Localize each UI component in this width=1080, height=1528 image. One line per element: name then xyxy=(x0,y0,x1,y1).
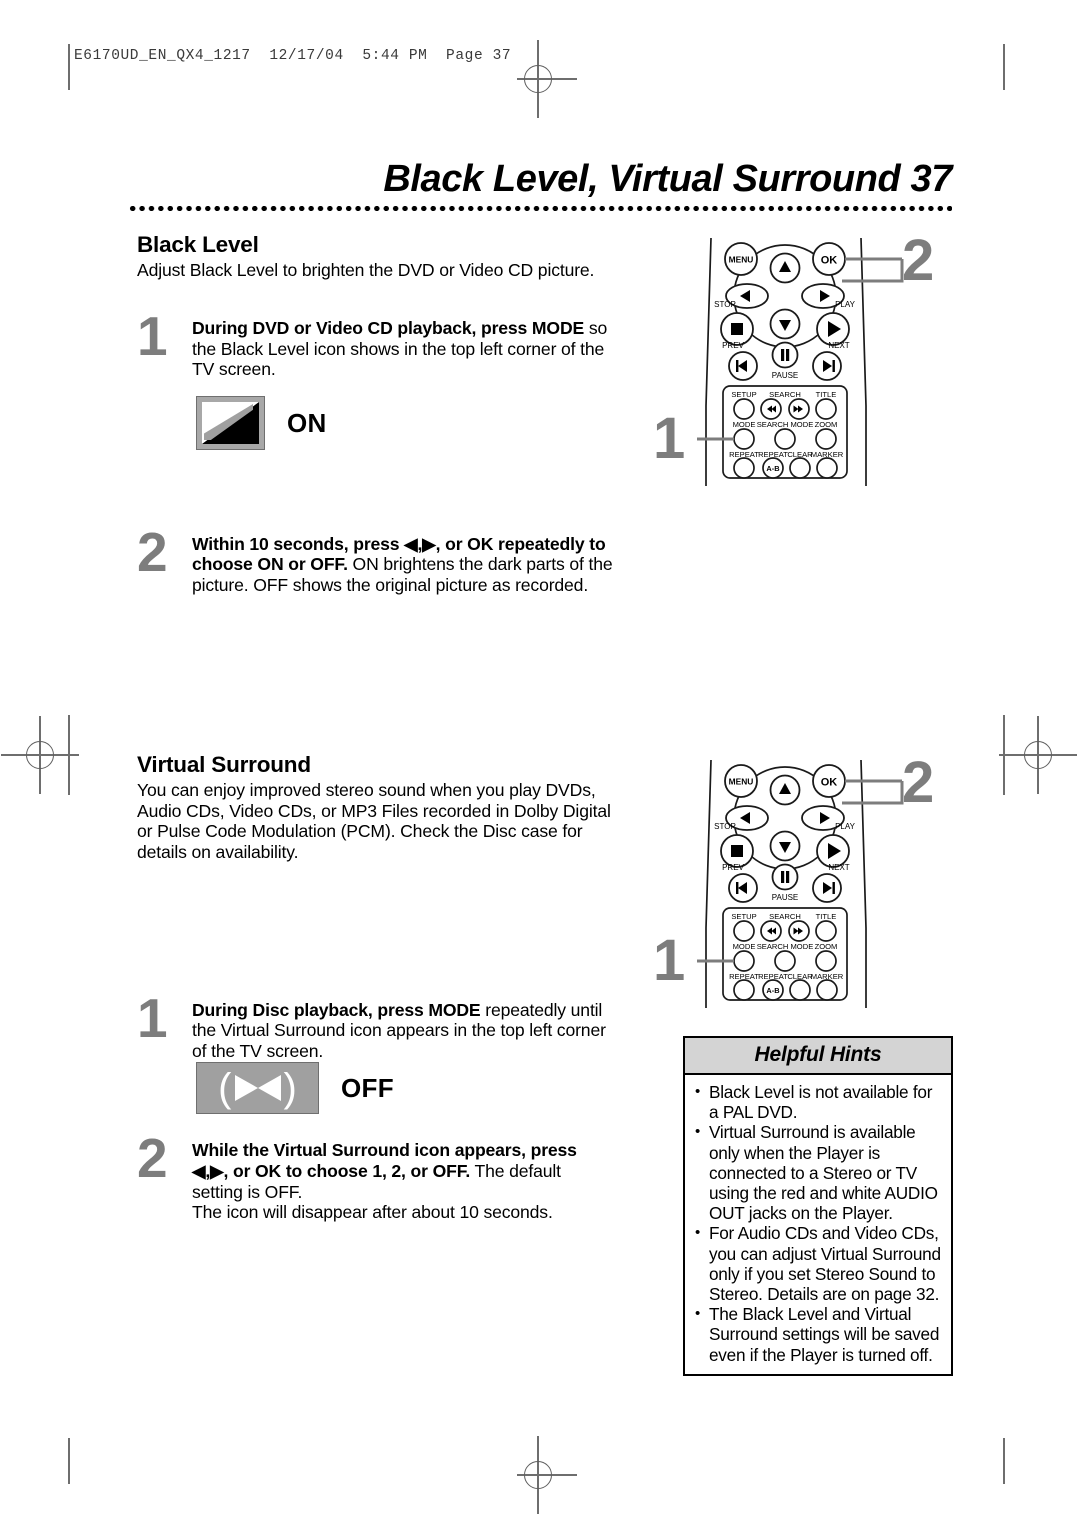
black-level-on-icon-row: ON xyxy=(196,396,327,450)
bowtie-glyph xyxy=(234,1075,281,1101)
list-item: The Black Level and Virtual Surround set… xyxy=(693,1304,942,1365)
svg-text:PREV: PREV xyxy=(722,863,744,872)
virtual-surround-off-icon: ( ) xyxy=(196,1062,319,1114)
section-heading: Black Level xyxy=(137,232,259,257)
paren-left: ( xyxy=(218,1066,232,1110)
section-heading: Virtual Surround xyxy=(137,752,311,777)
list-item: Black Level is not available for a PAL D… xyxy=(693,1081,942,1122)
step-number: 1 xyxy=(137,305,168,367)
svg-text:ZOOM: ZOOM xyxy=(815,942,838,951)
svg-text:SEARCH: SEARCH xyxy=(769,912,801,921)
svg-text:OK: OK xyxy=(821,255,838,267)
svg-text:TITLE: TITLE xyxy=(816,390,837,399)
step-bold-lead: During DVD or Video CD playback, press M… xyxy=(192,318,585,338)
svg-text:PLAY: PLAY xyxy=(835,822,856,831)
section-intro: You can enjoy improved stereo sound when… xyxy=(137,780,611,862)
page-edge-rule-right-middle xyxy=(1003,715,1005,795)
list-item: Virtual Surround is available only when … xyxy=(693,1122,942,1223)
svg-text:SEARCH MODE: SEARCH MODE xyxy=(757,942,814,951)
page-edge-rule-bottom-left xyxy=(68,1438,70,1484)
title-dotted-rule xyxy=(128,204,952,213)
section-black-level: Black Level Adjust Black Level to bright… xyxy=(137,232,615,281)
step-text: Within 10 seconds, press ◀,▶, or OK repe… xyxy=(192,534,615,596)
page-title: Black Level, Virtual Surround 37 xyxy=(383,158,952,200)
helpful-hints-box: Helpful Hints Black Level is not availab… xyxy=(683,1036,953,1376)
remote-callout-step2-black-level: 2 xyxy=(902,228,935,293)
step-black-level-1: 1 During DVD or Video CD playback, press… xyxy=(137,309,615,380)
step-number: 1 xyxy=(137,986,168,1049)
svg-text:STOP: STOP xyxy=(714,300,736,309)
section-intro: Adjust Black Level to brighten the DVD o… xyxy=(137,260,595,280)
svg-text:PREV: PREV xyxy=(722,341,744,350)
page-edge-rule-top-left xyxy=(68,44,70,90)
registration-mark-bottom-center xyxy=(495,1432,581,1518)
svg-text:MENU: MENU xyxy=(729,255,754,265)
black-level-on-icon xyxy=(196,396,265,450)
svg-text:NEXT: NEXT xyxy=(828,863,849,872)
step-text: During Disc playback, press MODE repeate… xyxy=(192,1000,615,1062)
step-extra-text: The icon will disappear after about 10 s… xyxy=(192,1202,553,1223)
step-text: While the Virtual Surround icon appears,… xyxy=(192,1140,615,1202)
svg-text:SETUP: SETUP xyxy=(731,390,756,399)
registration-mark-right-middle xyxy=(995,712,1080,798)
svg-text:A-B: A-B xyxy=(766,986,779,995)
svg-text:SETUP: SETUP xyxy=(731,912,756,921)
svg-text:ZOOM: ZOOM xyxy=(815,420,838,429)
svg-text:PAUSE: PAUSE xyxy=(772,893,799,902)
step-number: 2 xyxy=(137,1127,168,1190)
svg-text:SEARCH: SEARCH xyxy=(769,390,801,399)
step-virtual-surround-1: 1 During Disc playback, press MODE repea… xyxy=(137,990,615,1062)
step-bold-lead: During Disc playback, press MODE xyxy=(192,999,481,1020)
registration-mark-top-center xyxy=(495,36,581,122)
remote-callout-step1-virtual-surround: 1 xyxy=(653,928,686,993)
svg-text:SEARCH MODE: SEARCH MODE xyxy=(757,420,814,429)
svg-text:MODE: MODE xyxy=(733,420,756,429)
step-text: During DVD or Video CD playback, press M… xyxy=(192,318,615,380)
section-virtual-surround: Virtual Surround You can enjoy improved … xyxy=(137,752,615,862)
svg-text:A-B: A-B xyxy=(766,464,779,473)
print-header-slug: E6170UD_EN_QX4_1217 12/17/04 5:44 PM Pag… xyxy=(74,48,512,64)
remote-callout-step2-virtual-surround: 2 xyxy=(902,750,935,815)
paren-right: ) xyxy=(283,1066,297,1110)
svg-text:NEXT: NEXT xyxy=(828,341,849,350)
black-level-on-label: ON xyxy=(287,407,327,438)
svg-text:MENU: MENU xyxy=(729,777,754,787)
svg-text:PLAY: PLAY xyxy=(835,300,856,309)
step-black-level-2: 2 Within 10 seconds, press ◀,▶, or OK re… xyxy=(137,524,615,596)
svg-text:PAUSE: PAUSE xyxy=(772,371,799,380)
virtual-surround-off-icon-row: ( ) OFF xyxy=(196,1062,394,1114)
helpful-hints-title: Helpful Hints xyxy=(685,1038,951,1075)
list-item: For Audio CDs and Video CDs, you can adj… xyxy=(693,1223,942,1304)
virtual-surround-off-label: OFF xyxy=(341,1072,394,1103)
step-number: 2 xyxy=(137,520,168,583)
helpful-hints-list: Black Level is not available for a PAL D… xyxy=(685,1075,951,1374)
registration-mark-left-middle xyxy=(0,712,83,798)
svg-text:STOP: STOP xyxy=(714,822,736,831)
page-edge-rule-left-middle xyxy=(68,715,70,795)
svg-text:OK: OK xyxy=(821,777,838,789)
remote-callout-step1-black-level: 1 xyxy=(653,406,686,471)
svg-text:TITLE: TITLE xyxy=(816,912,837,921)
step-virtual-surround-2: 2 While the Virtual Surround icon appear… xyxy=(137,1131,615,1223)
page-edge-rule-top-right xyxy=(1003,44,1005,90)
page-edge-rule-bottom-right xyxy=(1003,1438,1005,1484)
svg-text:MODE: MODE xyxy=(733,942,756,951)
